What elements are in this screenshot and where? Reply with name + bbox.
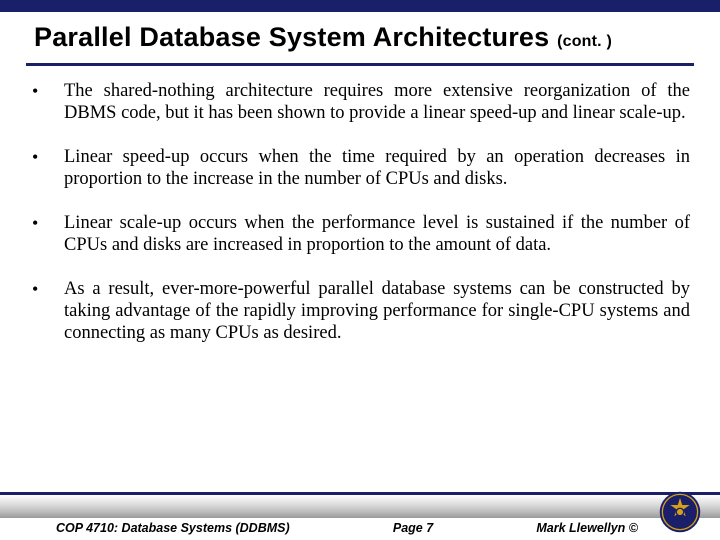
title-container: Parallel Database System Architectures (… [0, 12, 720, 57]
bullet-item: • As a result, ever-more-powerful parall… [30, 278, 690, 344]
title-continued: (cont. ) [557, 33, 612, 50]
bullet-marker: • [30, 146, 64, 190]
top-accent-bar [0, 0, 720, 12]
bullet-item: • Linear speed-up occurs when the time r… [30, 146, 690, 190]
bullet-marker: • [30, 278, 64, 344]
bullet-marker: • [30, 212, 64, 256]
bullet-item: • Linear scale-up occurs when the perfor… [30, 212, 690, 256]
bullet-text: As a result, ever-more-powerful parallel… [64, 278, 690, 344]
footer-text-bar: COP 4710: Database Systems (DDBMS) Page … [0, 516, 720, 540]
bullet-text: Linear scale-up occurs when the performa… [64, 212, 690, 256]
bullet-text: The shared-nothing architecture requires… [64, 80, 690, 124]
slide-title: Parallel Database System Architectures (… [34, 22, 690, 53]
content-area: • The shared-nothing architecture requir… [0, 66, 720, 344]
footer-gradient [0, 492, 720, 518]
footer: COP 4710: Database Systems (DDBMS) Page … [0, 492, 720, 540]
footer-author: Mark Llewellyn © [536, 521, 648, 535]
footer-page: Page 7 [290, 521, 537, 535]
bullet-item: • The shared-nothing architecture requir… [30, 80, 690, 124]
bullet-text: Linear speed-up occurs when the time req… [64, 146, 690, 190]
footer-course: COP 4710: Database Systems (DDBMS) [56, 521, 290, 535]
title-main: Parallel Database System Architectures [34, 22, 549, 52]
bullet-marker: • [30, 80, 64, 124]
